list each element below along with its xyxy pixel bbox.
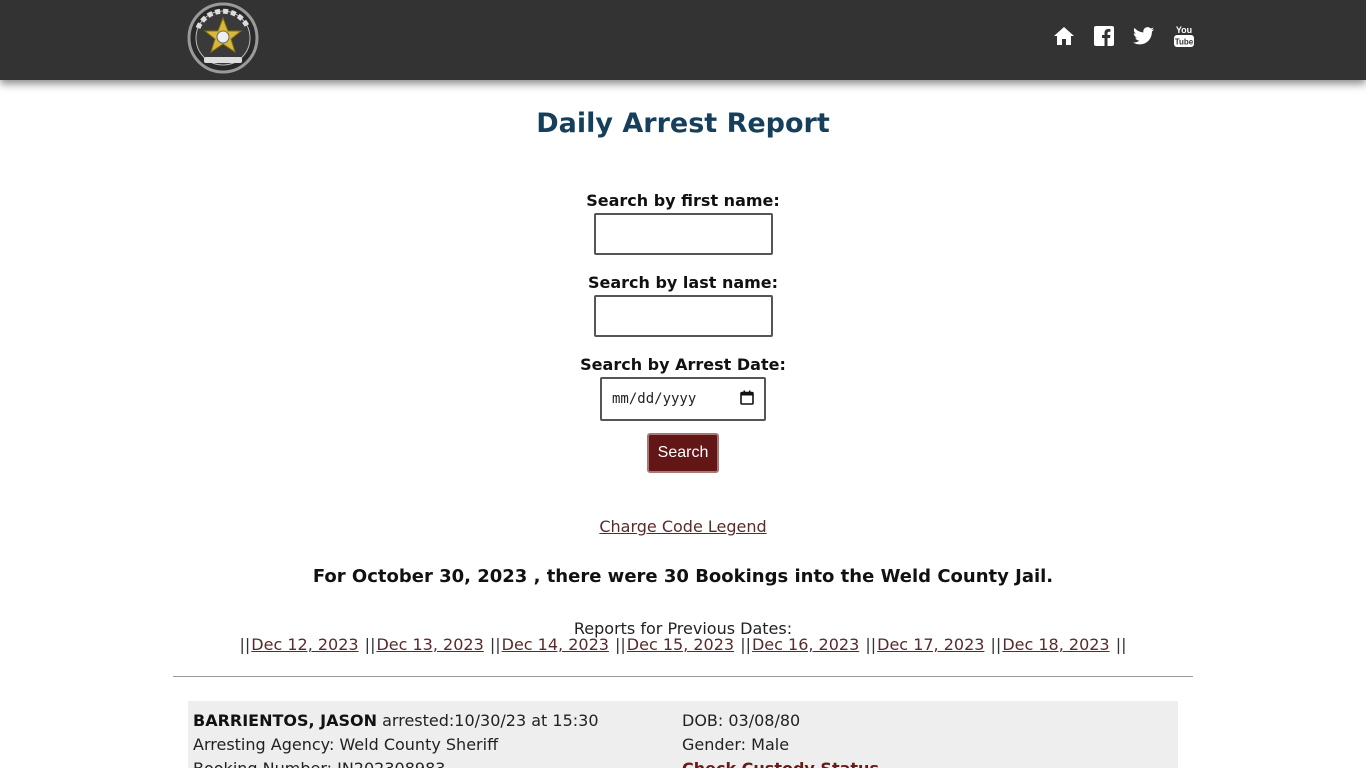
svg-text:Tube: Tube bbox=[1175, 38, 1194, 47]
record-name-line: BARRIENTOS, JASON arrested:10/30/23 at 1… bbox=[193, 711, 599, 730]
last-name-label: Search by last name: bbox=[587, 273, 779, 292]
search-button[interactable]: Search bbox=[647, 433, 719, 473]
calendar-icon[interactable] bbox=[740, 390, 754, 409]
arrest-record: BARRIENTOS, JASON arrested:10/30/23 at 1… bbox=[188, 701, 1178, 768]
record-booking-number: Booking Number: JN202308983 bbox=[193, 759, 445, 768]
section-divider bbox=[173, 676, 1193, 677]
arrest-date-label: Search by Arrest Date: bbox=[580, 355, 786, 374]
first-name-label: Search by first name: bbox=[586, 191, 780, 210]
date-separator: || bbox=[865, 635, 877, 654]
arrest-date-input[interactable]: mm/dd/yyyy bbox=[600, 377, 766, 421]
date-placeholder: mm/dd/yyyy bbox=[612, 391, 697, 407]
svg-text:You: You bbox=[1176, 25, 1192, 35]
facebook-icon[interactable] bbox=[1093, 24, 1115, 48]
record-dob: DOB: 03/08/80 bbox=[682, 711, 801, 730]
date-separator: || bbox=[239, 635, 251, 654]
last-name-input[interactable] bbox=[594, 295, 773, 337]
check-custody-status-link[interactable]: Check Custody Status bbox=[682, 759, 879, 768]
date-separator: || bbox=[364, 635, 376, 654]
bookings-summary: For October 30, 2023 , there were 30 Boo… bbox=[312, 566, 1054, 587]
previous-date-link[interactable]: Dec 16, 2023 bbox=[752, 635, 859, 654]
previous-date-link[interactable]: Dec 17, 2023 bbox=[877, 635, 984, 654]
site-header: You Tube bbox=[0, 0, 1366, 80]
record-name: BARRIENTOS, JASON bbox=[193, 711, 378, 730]
previous-date-link[interactable]: Dec 12, 2023 bbox=[251, 635, 358, 654]
record-agency: Arresting Agency: Weld County Sheriff bbox=[193, 735, 499, 754]
previous-date-link[interactable]: Dec 15, 2023 bbox=[627, 635, 734, 654]
date-separator: || bbox=[1115, 635, 1127, 654]
previous-date-link[interactable]: Dec 13, 2023 bbox=[376, 635, 483, 654]
previous-date-link[interactable]: Dec 14, 2023 bbox=[502, 635, 609, 654]
date-separator: || bbox=[740, 635, 751, 654]
page-title: Daily Arrest Report bbox=[536, 108, 830, 139]
previous-date-link[interactable]: Dec 18, 2023 bbox=[1002, 635, 1109, 654]
youtube-icon[interactable]: You Tube bbox=[1173, 24, 1195, 48]
social-links: You Tube bbox=[1053, 24, 1195, 48]
home-icon[interactable] bbox=[1053, 24, 1075, 48]
record-arrested: arrested:10/30/23 at 15:30 bbox=[382, 711, 599, 730]
charge-code-legend-link[interactable]: Charge Code Legend bbox=[0, 517, 1366, 536]
record-gender: Gender: Male bbox=[682, 735, 790, 754]
date-separator: || bbox=[990, 635, 1002, 654]
date-separator: || bbox=[489, 635, 501, 654]
first-name-input[interactable] bbox=[594, 213, 773, 255]
twitter-icon[interactable] bbox=[1133, 24, 1155, 48]
date-separator: || bbox=[615, 635, 626, 654]
previous-dates-list: ||Dec 12, 2023 ||Dec 13, 2023 ||Dec 14, … bbox=[0, 635, 1366, 654]
sheriff-badge-logo[interactable] bbox=[184, 2, 262, 74]
